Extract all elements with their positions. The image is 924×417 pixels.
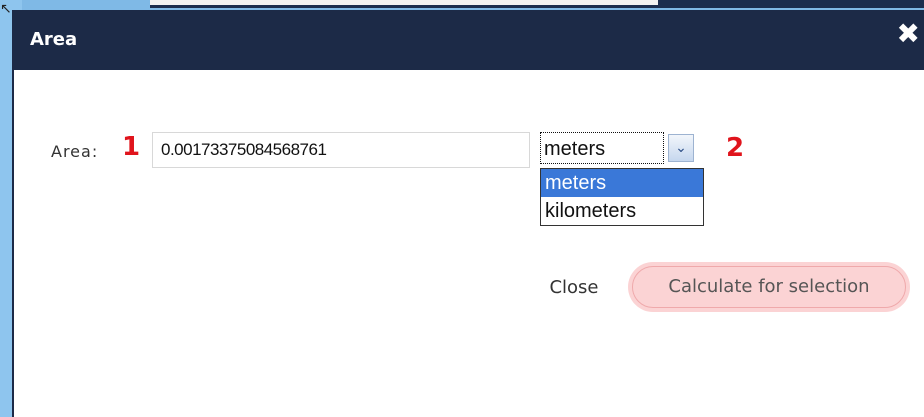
calculate-for-selection-button[interactable]: Calculate for selection [628,262,910,312]
close-icon[interactable]: ✖ [897,20,920,48]
unit-select[interactable]: meters ⌄ [540,132,700,168]
unit-dropdown-list: meters kilometers [540,168,704,226]
unit-select-value[interactable]: meters [540,132,664,164]
dialog-title: Area [30,29,78,50]
area-value-input[interactable] [152,132,530,168]
calculate-button-label: Calculate for selection [632,266,906,308]
unit-option-kilometers[interactable]: kilometers [541,197,703,225]
background-window-strip [150,0,658,5]
annotation-marker-1: 1 [122,132,141,162]
chevron-down-icon[interactable]: ⌄ [668,134,694,162]
unit-option-meters[interactable]: meters [541,169,703,197]
annotation-marker-2: 2 [726,133,745,163]
close-button[interactable]: Close [538,268,610,308]
area-dialog: Area ✖ Area: 1 meters ⌄ 2 meters kilomet… [12,10,924,417]
area-label: Area: [51,142,99,161]
mouse-cursor-icon: ↖ [0,1,12,17]
dialog-titlebar: Area ✖ [14,12,924,70]
